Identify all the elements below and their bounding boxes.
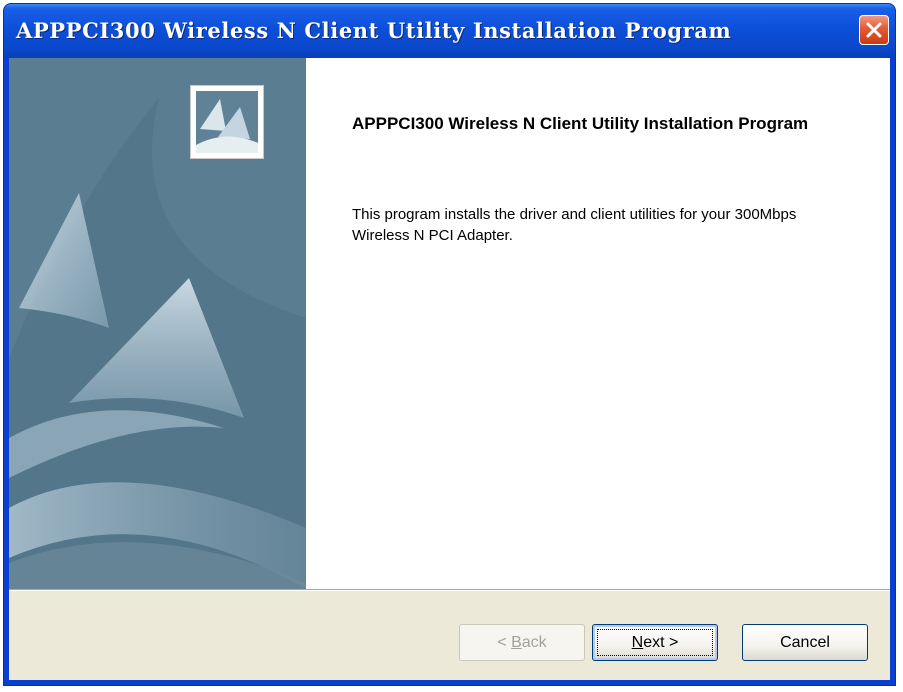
- back-button-rest: ack: [521, 633, 547, 651]
- page-heading: APPPCI300 Wireless N Client Utility Inst…: [352, 114, 809, 133]
- back-button-prefix: <: [497, 633, 512, 651]
- close-x-icon: [866, 22, 882, 38]
- title-bar[interactable]: APPPCI300 Wireless N Client Utility Inst…: [4, 4, 895, 58]
- window-title: APPPCI300 Wireless N Client Utility Inst…: [16, 18, 732, 43]
- next-button-mnemonic: N: [631, 633, 644, 651]
- page-description: This program installs the driver and cli…: [352, 206, 797, 244]
- installer-window: APPPCI300 Wireless N Client Utility Inst…: [3, 3, 896, 686]
- close-button[interactable]: [859, 15, 889, 45]
- next-button-rest: ext >: [643, 633, 679, 651]
- cancel-button[interactable]: Cancel: [742, 624, 868, 661]
- content-panel: APPPCI300 Wireless N Client Utility Inst…: [190, 58, 890, 589]
- back-button[interactable]: < Back: [459, 624, 585, 661]
- sail-logo-icon: [190, 85, 264, 159]
- next-button[interactable]: Next >: [592, 624, 718, 661]
- footer-divider: [9, 589, 890, 591]
- dialog-body: APPPCI300 Wireless N Client Utility Inst…: [9, 58, 890, 680]
- back-button-mnemonic: B: [511, 633, 522, 651]
